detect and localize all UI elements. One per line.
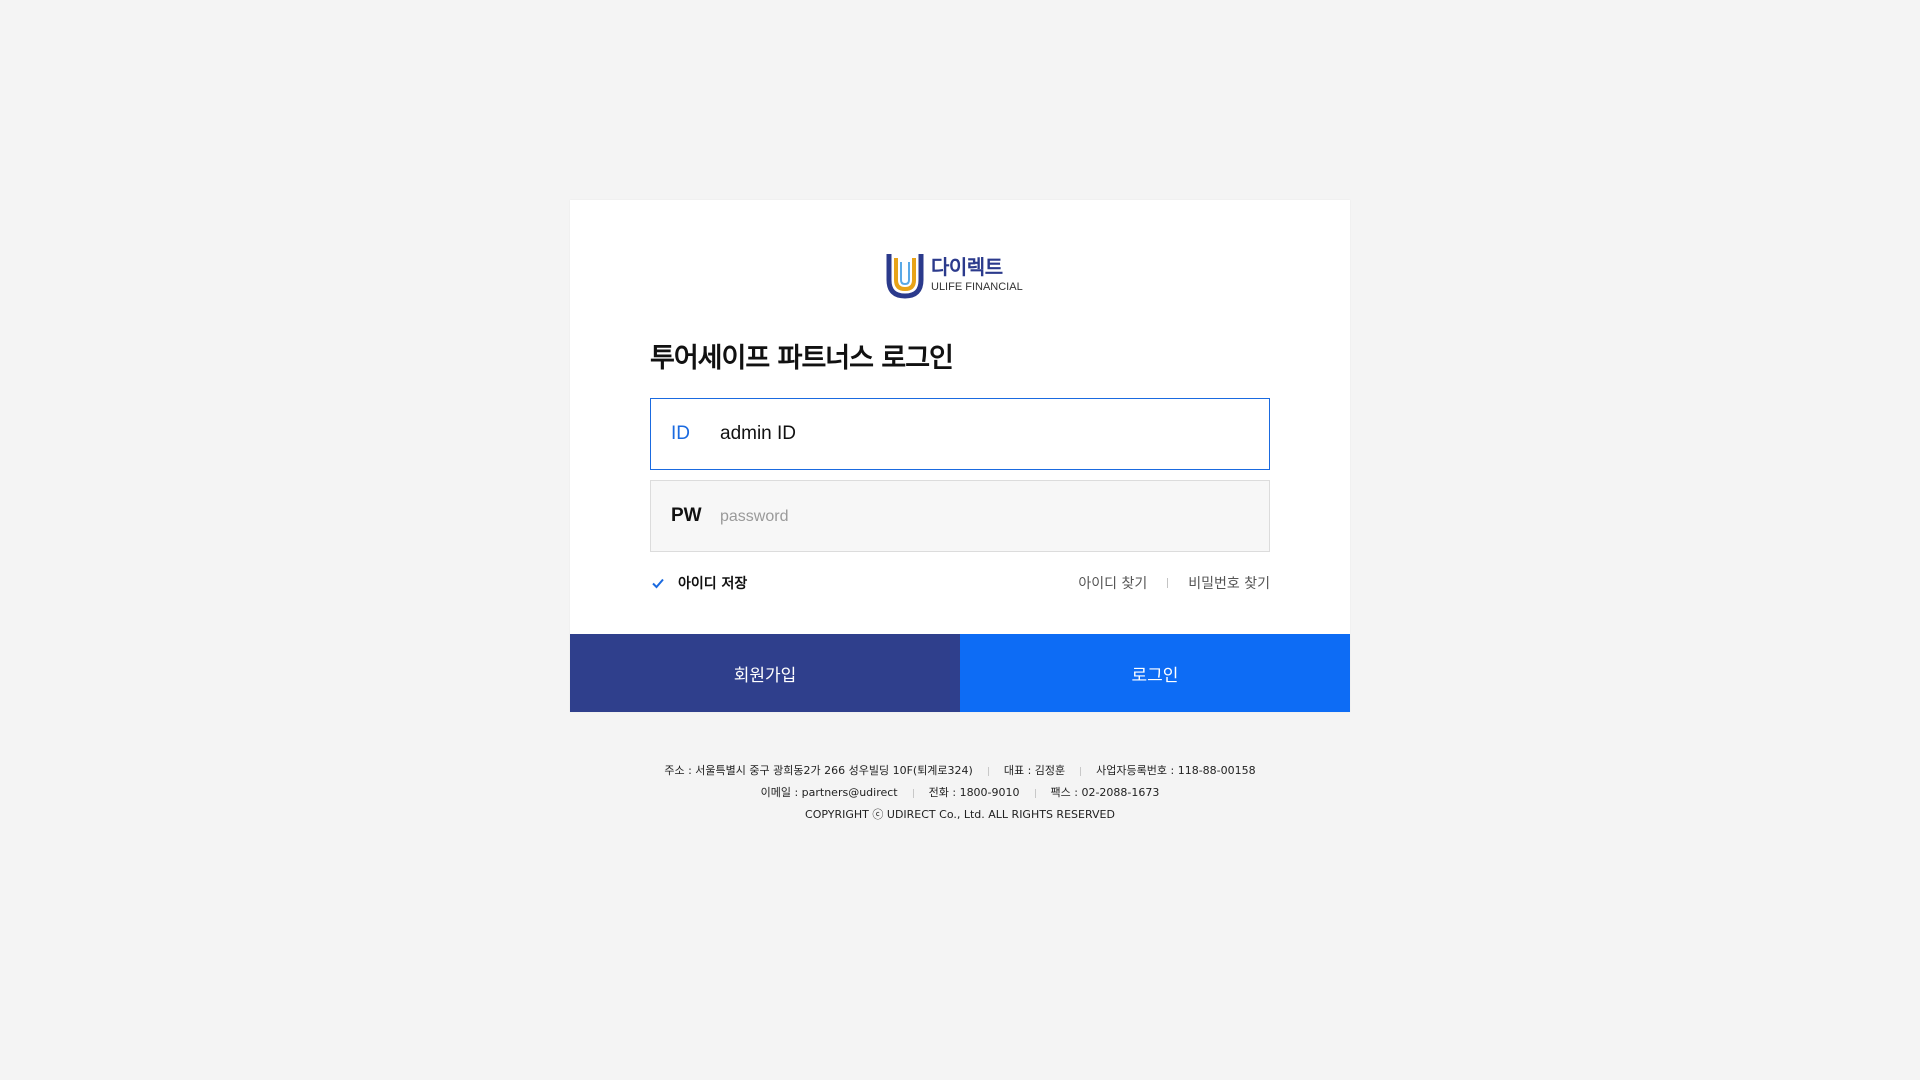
logo-english-text: ULIFE FINANCIAL xyxy=(931,281,1023,293)
logo-wordmark: 다이렉트 ULIFE FINANCIAL xyxy=(931,256,1023,294)
footer-fax: 팩스 : 02-2088-1673 xyxy=(1050,786,1160,799)
id-label: ID xyxy=(671,423,690,444)
pw-field[interactable]: PW xyxy=(650,480,1270,552)
id-input[interactable] xyxy=(720,423,1220,445)
login-card: 다이렉트 ULIFE FINANCIAL 투어세이프 파트너스 로그인 ID P… xyxy=(570,200,1350,712)
remember-id-checkbox[interactable]: 아이디 저장 xyxy=(650,573,747,593)
pw-label: PW xyxy=(671,505,702,526)
company-logo: 다이렉트 ULIFE FINANCIAL xyxy=(885,250,1035,300)
password-input[interactable] xyxy=(720,505,1220,527)
footer-ceo: 대표 : 김정훈 xyxy=(1003,764,1066,777)
footer-phone: 전화 : 1800-9010 xyxy=(928,786,1020,799)
find-password-link[interactable]: 비밀번호 찾기 xyxy=(1188,573,1270,593)
ulife-u-logo-icon xyxy=(886,254,924,299)
footer-business-number: 사업자등록번호 : 118-88-00158 xyxy=(1096,764,1256,777)
login-options: 아이디 저장 아이디 찾기 비밀번호 찾기 xyxy=(650,572,1270,594)
footer-divider xyxy=(1034,788,1036,798)
find-id-link[interactable]: 아이디 찾기 xyxy=(1078,573,1147,593)
page-title: 투어세이프 파트너스 로그인 xyxy=(650,343,954,374)
footer-divider xyxy=(987,766,989,776)
footer-line-company: 주소 : 서울특별시 중구 광희동2가 266 성우빌딩 10F(퇴계로324)… xyxy=(0,760,1920,782)
footer-line-copyright: COPYRIGHT ⓒ UDIRECT Co., Ltd. ALL RIGHTS… xyxy=(0,804,1920,826)
footer: 주소 : 서울특별시 중구 광희동2가 266 성우빌딩 10F(퇴계로324)… xyxy=(0,760,1920,826)
link-divider xyxy=(1167,578,1169,588)
footer-divider xyxy=(1080,766,1082,776)
signup-button[interactable]: 회원가입 xyxy=(570,634,960,712)
find-account-links: 아이디 찾기 비밀번호 찾기 xyxy=(1078,573,1270,593)
logo-korean-text: 다이렉트 xyxy=(931,255,1003,279)
check-icon xyxy=(652,578,664,589)
action-buttons: 회원가입 로그인 xyxy=(570,634,1350,712)
remember-id-label: 아이디 저장 xyxy=(678,576,748,592)
id-field[interactable]: ID xyxy=(650,398,1270,470)
footer-email: 이메일 : partners@udirect xyxy=(760,786,898,799)
footer-divider xyxy=(912,788,914,798)
login-button[interactable]: 로그인 xyxy=(960,634,1350,712)
footer-line-contact: 이메일 : partners@udirect 전화 : 1800-9010 팩스… xyxy=(0,782,1920,804)
footer-address: 주소 : 서울특별시 중구 광희동2가 266 성우빌딩 10F(퇴계로324) xyxy=(664,764,973,777)
footer-copyright: COPYRIGHT ⓒ UDIRECT Co., Ltd. ALL RIGHTS… xyxy=(805,808,1115,821)
